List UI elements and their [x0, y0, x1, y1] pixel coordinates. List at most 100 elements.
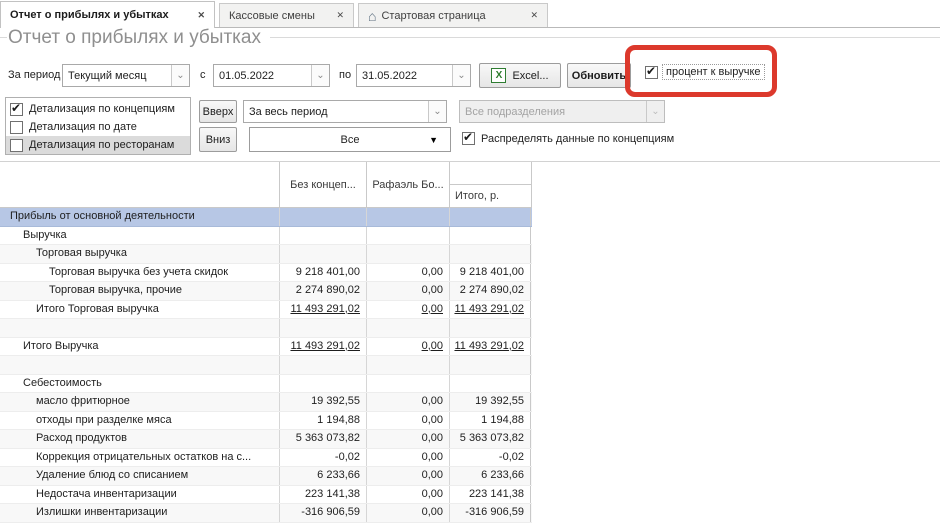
period-label: За период — [8, 69, 60, 81]
detail-option-item[interactable]: ✔ Детализация по концепциям — [6, 100, 190, 118]
table-row[interactable]: Себестоимость — [0, 375, 532, 394]
table-row[interactable] — [0, 356, 532, 375]
cell-no-concept: 11 493 291,02 — [279, 301, 366, 319]
column-header-no-concept[interactable]: Без концеп... — [280, 162, 366, 207]
table-row[interactable]: Прибыль от основной деятельности — [0, 208, 532, 227]
cell-rafael: 0,00 — [366, 449, 449, 467]
chevron-down-icon: ⌄ — [646, 101, 664, 122]
close-icon[interactable]: ✕ — [191, 10, 205, 21]
table-row[interactable]: Недостача инвентаризации 223 141,38 0,00… — [0, 486, 532, 505]
table-row[interactable]: Торговая выручка, прочие 2 274 890,02 0,… — [0, 282, 532, 301]
cell-no-concept — [279, 227, 366, 245]
distribute-by-concepts-checkbox[interactable]: ✔ — [462, 132, 475, 145]
row-label: Торговая выручка, прочие — [0, 282, 279, 300]
cell-rafael: 0,00 — [366, 430, 449, 448]
column-divider — [531, 162, 532, 207]
cell-total — [449, 375, 531, 393]
percent-to-revenue-checkbox[interactable]: ✔ — [645, 66, 658, 79]
cell-rafael: 0,00 — [366, 338, 449, 356]
move-down-label: Вниз — [206, 134, 231, 146]
cell-total: 11 493 291,02 — [449, 338, 531, 356]
table-row[interactable]: Итого Выручка 11 493 291,02 0,00 11 493 … — [0, 338, 532, 357]
tab-profit-loss-report[interactable]: Отчет о прибылях и убытках ✕ — [0, 1, 215, 28]
row-label: Себестоимость — [0, 375, 279, 393]
table-row[interactable]: отходы при разделке мяса 1 194,88 0,00 1… — [0, 412, 532, 431]
check-icon: ✔ — [646, 64, 656, 78]
cell-no-concept: -0,02 — [279, 449, 366, 467]
cell-rafael: 0,00 — [366, 301, 449, 319]
cell-rafael — [366, 375, 449, 393]
cell-no-concept: 2 274 890,02 — [279, 282, 366, 300]
cell-total: 5 363 073,82 — [449, 430, 531, 448]
cell-rafael: 0,00 — [366, 467, 449, 485]
chevron-down-icon[interactable]: ⌄ — [171, 65, 189, 86]
cell-rafael — [366, 208, 449, 226]
table-row[interactable]: Итого Торговая выручка 11 493 291,02 0,0… — [0, 301, 532, 320]
row-label: Удаление блюд со списанием — [0, 467, 279, 485]
checkbox[interactable] — [10, 139, 23, 152]
close-icon[interactable]: ✕ — [524, 10, 538, 21]
table-row[interactable]: Торговая выручка — [0, 245, 532, 264]
whole-period-select[interactable]: За весь период ⌄ — [243, 100, 447, 123]
cell-no-concept — [279, 208, 366, 226]
detail-option-label: Детализация по концепциям — [29, 103, 175, 115]
column-header-total[interactable]: Итого, р. — [450, 162, 531, 207]
home-icon: ⌂ — [368, 11, 376, 21]
title-rule-left — [0, 37, 7, 38]
row-label: Прибыль от основной деятельности — [0, 208, 279, 226]
cell-rafael — [366, 245, 449, 263]
cell-total: 223 141,38 — [449, 486, 531, 504]
table-row[interactable]: Излишки инвентаризации -316 906,59 0,00 … — [0, 504, 532, 523]
checkbox[interactable]: ✔ — [10, 103, 23, 116]
cell-total: 9 218 401,00 — [449, 264, 531, 282]
cell-rafael — [366, 356, 449, 374]
row-label: масло фритюрное — [0, 393, 279, 411]
table-row[interactable]: Торговая выручка без учета скидок 9 218 … — [0, 264, 532, 283]
detail-option-item[interactable]: Детализация по дате — [6, 118, 190, 136]
date-to-value: 31.05.2022 — [357, 70, 452, 82]
checkbox[interactable] — [10, 121, 23, 134]
percent-to-revenue-label[interactable]: процент к выручке — [662, 64, 765, 80]
date-from-field[interactable]: 01.05.2022 ⌄ — [213, 64, 330, 87]
table-row[interactable]: Удаление блюд со списанием 6 233,66 0,00… — [0, 467, 532, 486]
distribute-by-concepts-label: Распределять данные по концепциям — [481, 133, 674, 145]
tab-bar: Отчет о прибылях и убытках ✕ Кассовые см… — [0, 0, 940, 28]
table-row[interactable]: Выручка — [0, 227, 532, 246]
column-header-rafael[interactable]: Рафаэль Бо... — [367, 162, 449, 207]
close-icon[interactable]: ✕ — [330, 10, 344, 21]
table-row[interactable]: Коррекция отрицательных остатков на с...… — [0, 449, 532, 468]
row-label: Расход продуктов — [0, 430, 279, 448]
table-row[interactable] — [0, 319, 532, 338]
move-down-button[interactable]: Вниз — [199, 127, 237, 152]
date-to-field[interactable]: 31.05.2022 ⌄ — [356, 64, 471, 87]
departments-value: Все подразделения — [460, 106, 646, 118]
row-label: Итого Выручка — [0, 338, 279, 356]
cell-no-concept — [279, 356, 366, 374]
excel-export-button[interactable]: X Excel... — [479, 63, 561, 88]
cell-no-concept — [279, 245, 366, 263]
period-select[interactable]: Текущий месяц ⌄ — [62, 64, 190, 87]
check-icon: ✔ — [11, 101, 21, 115]
cell-rafael: 0,00 — [366, 264, 449, 282]
detail-option-item[interactable]: Детализация по ресторанам — [6, 136, 190, 154]
cell-rafael — [366, 227, 449, 245]
tab-cash-shifts[interactable]: Кассовые смены ✕ — [219, 3, 354, 27]
table-row[interactable]: масло фритюрное 19 392,55 0,00 19 392,55 — [0, 393, 532, 412]
tab-start-page[interactable]: ⌂ Стартовая страница ✕ — [358, 3, 548, 27]
chevron-down-icon[interactable]: ⌄ — [311, 65, 329, 86]
concepts-filter-dropdown[interactable]: Все ▼ — [249, 127, 451, 152]
move-up-label: Вверх — [203, 106, 234, 118]
tab-label: Кассовые смены — [229, 10, 315, 22]
refresh-button[interactable]: Обновить — [567, 63, 631, 88]
cell-rafael: 0,00 — [366, 282, 449, 300]
detail-options-list: ✔ Детализация по концепциям Детализация … — [5, 97, 191, 155]
move-up-button[interactable]: Вверх — [199, 100, 237, 123]
chevron-down-icon[interactable]: ⌄ — [452, 65, 470, 86]
report-table-body: Прибыль от основной деятельности Выручка… — [0, 208, 532, 523]
concepts-filter-value: Все — [341, 134, 360, 146]
cell-rafael: 0,00 — [366, 504, 449, 522]
dropdown-triangle-icon: ▼ — [429, 135, 438, 145]
table-row[interactable]: Расход продуктов 5 363 073,82 0,00 5 363… — [0, 430, 532, 449]
chevron-down-icon[interactable]: ⌄ — [428, 101, 446, 122]
cell-no-concept: -316 906,59 — [279, 504, 366, 522]
